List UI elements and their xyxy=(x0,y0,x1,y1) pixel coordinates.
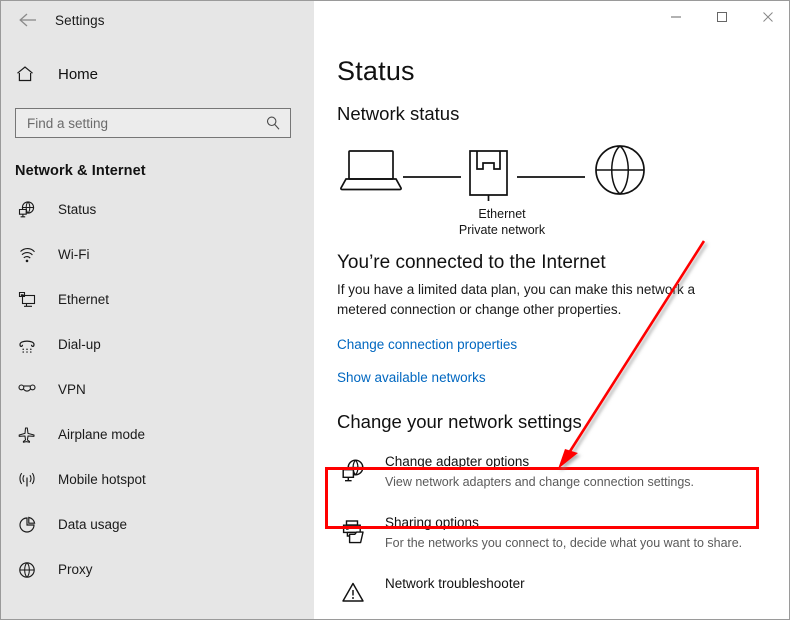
option-change-adapter-options[interactable]: Change adapter options View network adap… xyxy=(314,446,789,498)
troubleshooter-icon xyxy=(337,576,369,610)
laptop-icon xyxy=(340,150,402,191)
title-bar-left: Settings xyxy=(1,1,314,39)
sidebar-category-title: Network & Internet xyxy=(15,163,146,179)
sidebar-item-label: Airplane mode xyxy=(58,427,146,442)
settings-window: Settings Home Find a setting Network & I… xyxy=(0,0,790,620)
network-status-icon xyxy=(15,198,39,222)
option-text: Network troubleshooter xyxy=(385,575,525,593)
option-title: Network troubleshooter xyxy=(385,576,525,591)
network-settings-option-list: Change adapter options View network adap… xyxy=(314,446,789,617)
maximize-button[interactable] xyxy=(699,1,745,33)
sidebar-item-label: Proxy xyxy=(58,562,93,577)
sidebar-item-label: VPN xyxy=(58,382,86,397)
option-subtitle: For the networks you connect to, decide … xyxy=(385,536,743,550)
sidebar-item-proxy[interactable]: Proxy xyxy=(1,553,314,586)
airplane-icon xyxy=(15,423,39,447)
change-connection-properties-link[interactable]: Change connection properties xyxy=(337,337,517,352)
show-available-networks-link[interactable]: Show available networks xyxy=(337,370,486,385)
network-diagram xyxy=(337,143,667,205)
globe-icon xyxy=(595,145,645,195)
network-adapter-icon xyxy=(337,454,369,488)
sidebar-item-airplane-mode[interactable]: Airplane mode xyxy=(1,418,314,451)
sidebar-item-label: Wi-Fi xyxy=(58,247,90,262)
search-input[interactable] xyxy=(27,115,257,131)
diagram-adapter-profile: Private network xyxy=(458,223,546,237)
back-button[interactable] xyxy=(11,4,45,36)
option-title: Change adapter options xyxy=(385,454,530,469)
search-box[interactable] xyxy=(15,108,291,138)
sidebar-item-label: Mobile hotspot xyxy=(58,472,146,487)
dialup-phone-icon xyxy=(15,333,39,357)
sidebar-item-status[interactable]: Status xyxy=(1,193,314,226)
pie-chart-icon xyxy=(15,513,39,537)
window-title: Settings xyxy=(55,12,105,28)
sidebar-nav-list: Status Wi-Fi Ethernet Dial-up VPN Airpla… xyxy=(1,193,314,586)
sidebar-item-home[interactable]: Home xyxy=(1,56,314,92)
option-sharing-options[interactable]: Sharing options For the networks you con… xyxy=(314,507,789,559)
network-status-heading: Network status xyxy=(337,103,460,124)
vpn-icon xyxy=(15,378,39,402)
sidebar-item-label: Status xyxy=(58,202,97,217)
home-label: Home xyxy=(58,65,99,83)
title-bar-right xyxy=(314,1,789,39)
sidebar-item-label: Ethernet xyxy=(58,292,110,307)
minimize-button[interactable] xyxy=(653,1,699,33)
sidebar-item-ethernet[interactable]: Ethernet xyxy=(1,283,314,316)
close-button[interactable] xyxy=(745,1,789,33)
diagram-caption: Ethernet Private network xyxy=(337,206,667,238)
change-network-settings-heading: Change your network settings xyxy=(337,411,582,432)
page-title: Status xyxy=(337,56,415,86)
option-title: Sharing options xyxy=(385,515,479,530)
ethernet-icon xyxy=(15,288,39,312)
search-icon[interactable] xyxy=(262,112,284,134)
option-network-troubleshooter[interactable]: Network troubleshooter xyxy=(314,568,789,617)
wifi-icon xyxy=(15,243,39,267)
connection-heading: You’re connected to the Internet xyxy=(337,252,606,273)
option-text: Change adapter options View network adap… xyxy=(385,453,694,491)
hotspot-icon xyxy=(15,468,39,492)
option-subtitle: View network adapters and change connect… xyxy=(385,475,694,489)
sharing-printer-folder-icon xyxy=(337,515,369,549)
sidebar-item-vpn[interactable]: VPN xyxy=(1,373,314,406)
main-content: Status Network status Ethernet Private n… xyxy=(314,39,789,619)
title-bar: Settings xyxy=(1,1,789,39)
sidebar-item-label: Dial-up xyxy=(58,337,101,352)
connection-description: If you have a limited data plan, you can… xyxy=(337,282,695,317)
sidebar-item-wifi[interactable]: Wi-Fi xyxy=(1,238,314,271)
diagram-adapter-name: Ethernet xyxy=(478,207,526,221)
globe-icon xyxy=(15,558,39,582)
ethernet-port-icon xyxy=(469,150,508,201)
sidebar: Home Network & Internet xyxy=(1,39,314,619)
sidebar-item-dial-up[interactable]: Dial-up xyxy=(1,328,314,361)
option-text: Sharing options For the networks you con… xyxy=(385,514,742,552)
caption-buttons xyxy=(653,1,789,33)
sidebar-item-mobile-hotspot[interactable]: Mobile hotspot xyxy=(1,463,314,496)
sidebar-item-label: Data usage xyxy=(58,517,128,532)
sidebar-item-data-usage[interactable]: Data usage xyxy=(1,508,314,541)
home-icon xyxy=(15,65,41,83)
